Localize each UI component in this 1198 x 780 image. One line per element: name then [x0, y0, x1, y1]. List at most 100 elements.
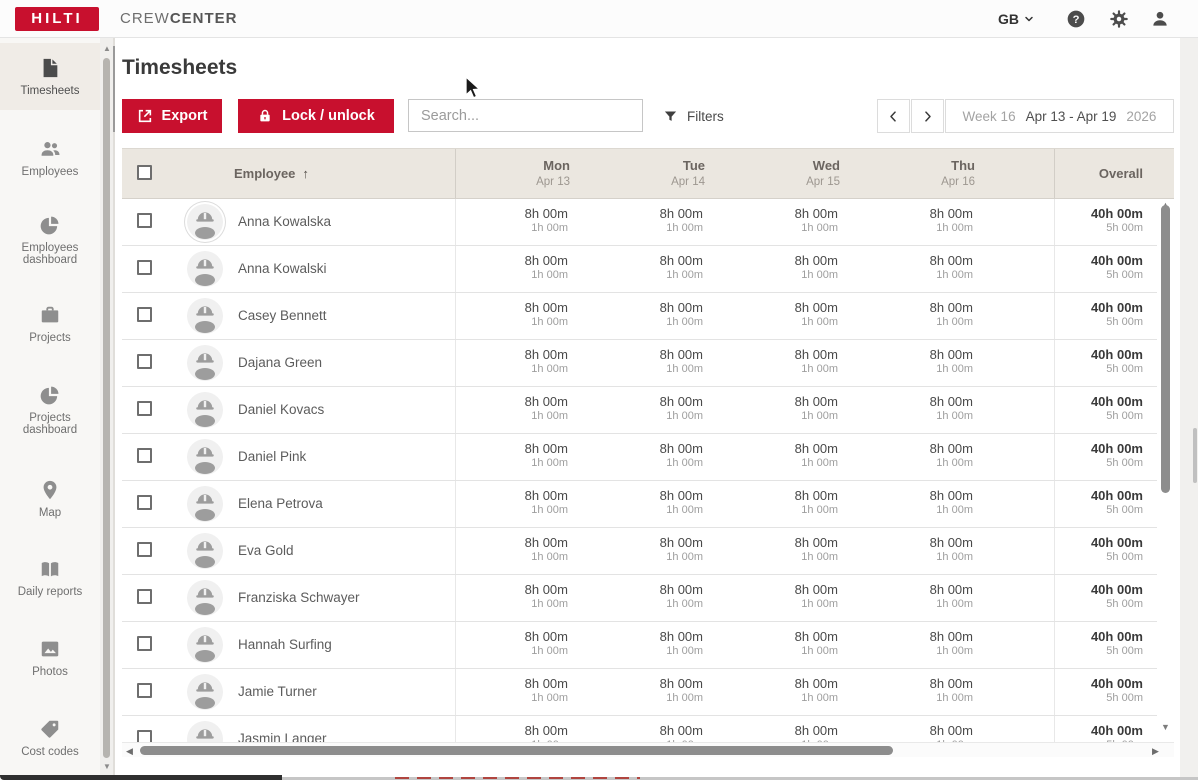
header-divider: [1054, 149, 1055, 198]
day-sub-hours: 1h 00m: [860, 598, 973, 610]
row-checkbox[interactable]: [137, 730, 152, 742]
sidebar-item-employees[interactable]: Employees: [0, 138, 100, 178]
table-row[interactable]: Hannah Surfing8h 00m1h 00m8h 00m1h 00m8h…: [122, 622, 1157, 669]
window-scrollbar-thumb[interactable]: [1193, 428, 1197, 483]
user-icon[interactable]: [1150, 9, 1170, 29]
day-sub-hours: 1h 00m: [860, 222, 973, 234]
table-horizontal-scrollbar-thumb[interactable]: [140, 746, 893, 755]
sidebar-item-timesheets[interactable]: Timesheets: [0, 43, 100, 110]
table-row[interactable]: Dajana Green8h 00m1h 00m8h 00m1h 00m8h 0…: [122, 340, 1157, 387]
day-hours: 8h 00m: [590, 629, 703, 644]
table-row[interactable]: Eva Gold8h 00m1h 00m8h 00m1h 00m8h 00m1h…: [122, 528, 1157, 575]
row-checkbox[interactable]: [137, 589, 152, 604]
row-checkbox[interactable]: [137, 542, 152, 557]
row-checkbox[interactable]: [137, 260, 152, 275]
sidebar-item-label: Projects: [4, 332, 96, 344]
scroll-down-icon[interactable]: ▼: [101, 762, 113, 771]
sidebar-item-projects-dashboard[interactable]: Projects dashboard: [0, 384, 100, 436]
table-row[interactable]: Daniel Pink8h 00m1h 00m8h 00m1h 00m8h 00…: [122, 434, 1157, 481]
table-vertical-scrollbar-thumb[interactable]: [1161, 205, 1170, 493]
avatar: [187, 580, 223, 616]
day-cell: 8h 00m1h 00m: [725, 528, 860, 563]
day-hours: 8h 00m: [455, 206, 568, 221]
lock-unlock-button-label: Lock / unlock: [282, 108, 375, 124]
row-checkbox[interactable]: [137, 683, 152, 698]
row-divider: [455, 528, 456, 574]
day-cell: 8h 00m1h 00m: [860, 340, 995, 375]
overall-cell: 40h 00m5h 00m: [1054, 669, 1155, 704]
row-divider: [1054, 481, 1055, 527]
page-title: Timesheets: [122, 56, 237, 80]
sidebar-item-photos[interactable]: Photos: [0, 638, 100, 678]
day-cell: 8h 00m1h 00m: [590, 199, 725, 234]
day-hours: 8h 00m: [590, 300, 703, 315]
overall-sub-hours: 5h 00m: [1054, 269, 1143, 281]
row-checkbox[interactable]: [137, 213, 152, 228]
employee-name: Elena Petrova: [238, 481, 323, 527]
employee-name: Jasmin Langer: [238, 716, 327, 742]
sidebar-scrollbar-thumb[interactable]: [103, 58, 110, 758]
table-row[interactable]: Anna Kowalska8h 00m1h 00m8h 00m1h 00m8h …: [122, 199, 1157, 246]
day-cell: 8h 00m1h 00m: [590, 716, 725, 742]
sidebar-item-daily-reports[interactable]: Daily reports: [0, 558, 100, 598]
sidebar-item-projects[interactable]: Projects: [0, 304, 100, 344]
sidebar-item-employees-dashboard[interactable]: Employees dashboard: [0, 214, 100, 266]
day-sub-hours: 1h 00m: [455, 598, 568, 610]
overall-sub-hours: 5h 00m: [1054, 598, 1143, 610]
row-checkbox[interactable]: [137, 448, 152, 463]
day-name: Tue: [590, 158, 705, 173]
row-checkbox[interactable]: [137, 636, 152, 651]
search-input[interactable]: [408, 99, 643, 132]
select-all-checkbox[interactable]: [137, 165, 152, 180]
day-sub-hours: 1h 00m: [860, 692, 973, 704]
locale-selector[interactable]: GB: [998, 0, 1035, 38]
row-checkbox[interactable]: [137, 307, 152, 322]
employee-name: Hannah Surfing: [238, 622, 332, 668]
day-cell: 8h 00m1h 00m: [590, 340, 725, 375]
row-checkbox[interactable]: [137, 401, 152, 416]
day-hours: 8h 00m: [590, 535, 703, 550]
row-divider: [1054, 246, 1055, 292]
day-hours: 8h 00m: [860, 253, 973, 268]
export-button-label: Export: [162, 108, 208, 124]
employee-name: Eva Gold: [238, 528, 294, 574]
table-row[interactable]: Anna Kowalski8h 00m1h 00m8h 00m1h 00m8h …: [122, 246, 1157, 293]
scroll-up-icon[interactable]: ▲: [101, 44, 113, 53]
day-sub-hours: 1h 00m: [860, 363, 973, 375]
table-horizontal-scrollbar[interactable]: ◀ ▶: [122, 742, 1174, 757]
lock-unlock-button[interactable]: Lock / unlock: [238, 99, 394, 133]
next-week-button[interactable]: [911, 99, 944, 133]
day-sub-hours: 1h 00m: [455, 269, 568, 281]
table-row[interactable]: Jamie Turner8h 00m1h 00m8h 00m1h 00m8h 0…: [122, 669, 1157, 716]
gear-icon[interactable]: [1109, 9, 1129, 29]
day-sub-hours: 1h 00m: [860, 410, 973, 422]
day-hours: 8h 00m: [455, 676, 568, 691]
column-header-employee[interactable]: Employee↑: [234, 149, 309, 198]
table-row[interactable]: Elena Petrova8h 00m1h 00m8h 00m1h 00m8h …: [122, 481, 1157, 528]
day-cell: 8h 00m1h 00m: [590, 434, 725, 469]
help-icon[interactable]: ?: [1066, 9, 1086, 29]
table-row[interactable]: Casey Bennett8h 00m1h 00m8h 00m1h 00m8h …: [122, 293, 1157, 340]
sidebar-item-map[interactable]: Map: [0, 479, 100, 519]
day-cell: 8h 00m1h 00m: [725, 199, 860, 234]
sidebar-divider: [113, 38, 115, 780]
scroll-right-icon[interactable]: ▶: [1152, 746, 1159, 757]
scroll-down-icon[interactable]: ▼: [1157, 722, 1174, 732]
table-row[interactable]: Jasmin Langer8h 00m1h 00m8h 00m1h 00m8h …: [122, 716, 1157, 742]
row-checkbox[interactable]: [137, 354, 152, 369]
day-hours: 8h 00m: [860, 535, 973, 550]
table-row[interactable]: Franziska Schwayer8h 00m1h 00m8h 00m1h 0…: [122, 575, 1157, 622]
day-sub-hours: 1h 00m: [455, 457, 568, 469]
table-row[interactable]: Daniel Kovacs8h 00m1h 00m8h 00m1h 00m8h …: [122, 387, 1157, 434]
row-checkbox[interactable]: [137, 495, 152, 510]
scroll-left-icon[interactable]: ◀: [126, 746, 133, 757]
row-divider: [1054, 669, 1055, 715]
filters-button[interactable]: Filters: [663, 99, 724, 133]
sidebar-item-label: Projects dashboard: [4, 412, 96, 436]
day-cell: 8h 00m1h 00m: [590, 246, 725, 281]
previous-week-button[interactable]: [877, 99, 910, 133]
day-cell: 8h 00m1h 00m: [590, 622, 725, 657]
day-hours: 8h 00m: [860, 488, 973, 503]
sidebar-item-cost-codes[interactable]: Cost codes: [0, 718, 100, 758]
export-button[interactable]: Export: [122, 99, 222, 133]
